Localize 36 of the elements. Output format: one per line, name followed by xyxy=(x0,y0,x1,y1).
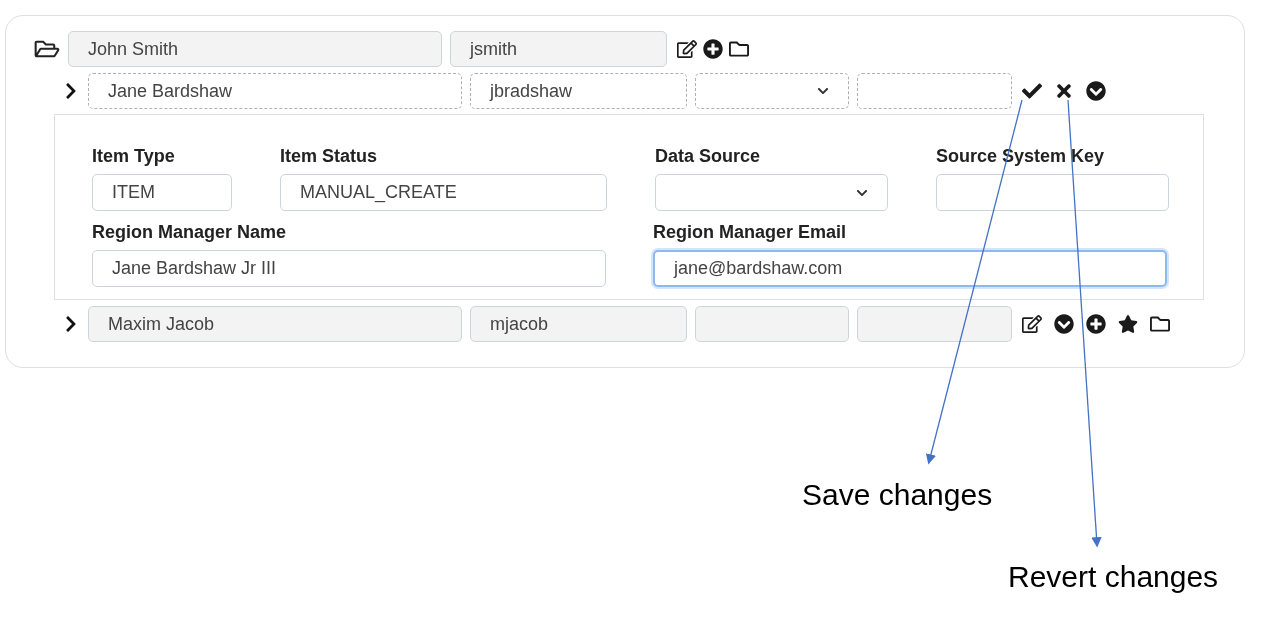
input-field[interactable]: Maxim Jacob xyxy=(88,306,462,342)
field-label: Item Type xyxy=(92,145,176,168)
save-button[interactable] xyxy=(1022,81,1042,101)
folder-button[interactable] xyxy=(729,39,749,59)
caret-icon xyxy=(817,85,829,97)
select-field[interactable] xyxy=(695,73,849,109)
edit-button[interactable] xyxy=(677,39,697,59)
folder-button[interactable] xyxy=(1150,314,1170,334)
add-button[interactable] xyxy=(1086,314,1106,334)
annotation-text: Save changes xyxy=(802,477,993,513)
annotation-text: Revert changes xyxy=(1008,559,1219,595)
select-field[interactable] xyxy=(655,174,888,211)
star-button[interactable] xyxy=(1118,314,1138,334)
field-label: Data Source xyxy=(655,145,762,168)
input-field[interactable]: Jane Bardshaw Jr III xyxy=(92,250,606,287)
input-field[interactable] xyxy=(695,306,849,342)
input-field[interactable]: Jane Bardshaw xyxy=(88,73,462,109)
close-button[interactable] xyxy=(1054,81,1074,101)
expand-button[interactable] xyxy=(1054,314,1074,334)
input-field[interactable]: mjacob xyxy=(470,306,687,342)
input-field[interactable]: jane@bardshaw.com xyxy=(653,250,1167,287)
input-field[interactable]: John Smith xyxy=(68,31,442,67)
input-field[interactable]: MANUAL_CREATE xyxy=(280,174,607,211)
field-label: Item Status xyxy=(280,145,379,168)
field-label: Region Manager Name xyxy=(92,221,288,244)
input-field[interactable]: jsmith xyxy=(450,31,667,67)
add-button[interactable] xyxy=(703,39,723,59)
input-field[interactable] xyxy=(857,73,1012,109)
input-field[interactable]: jbradshaw xyxy=(470,73,687,109)
input-field[interactable] xyxy=(936,174,1169,211)
input-field[interactable]: ITEM xyxy=(92,174,232,211)
input-field[interactable] xyxy=(857,306,1012,342)
field-label: Region Manager Email xyxy=(653,221,848,244)
expand-button[interactable] xyxy=(1086,81,1106,101)
edit-button[interactable] xyxy=(1022,314,1042,334)
folder-open-icon[interactable] xyxy=(34,38,60,60)
